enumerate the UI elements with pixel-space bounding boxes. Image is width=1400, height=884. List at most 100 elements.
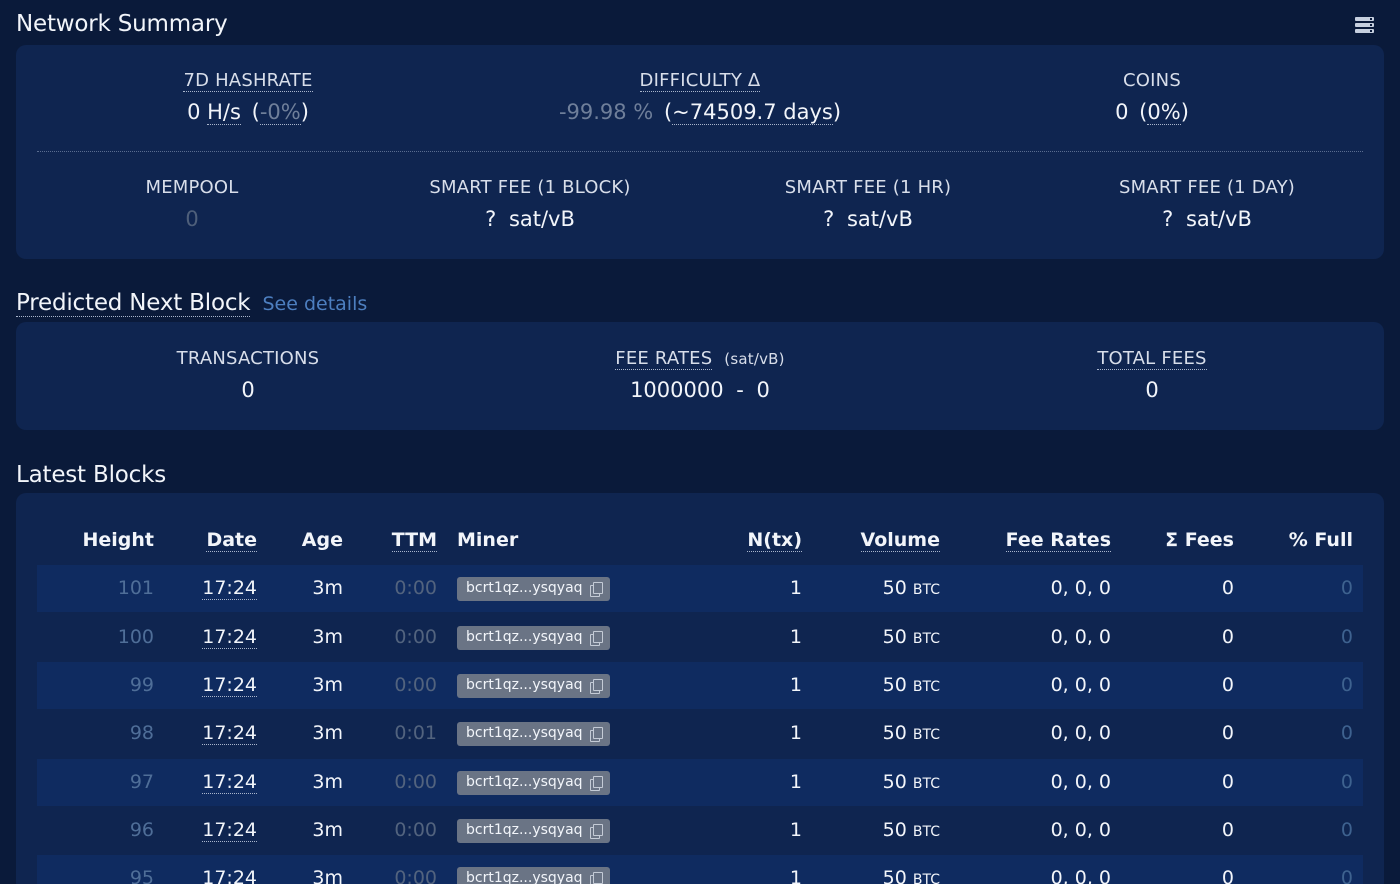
col-date[interactable]: Date	[206, 529, 257, 552]
block-date[interactable]: 17:24	[202, 722, 257, 745]
block-age: 3m	[312, 577, 343, 599]
miner-badge[interactable]: bcrt1qz...ysqyaq	[457, 626, 610, 650]
block-ttm: 0:00	[394, 626, 437, 648]
col-height: Height	[82, 529, 154, 551]
difficulty-label-wrap: DIFFICULTY Δ	[550, 70, 850, 92]
table-row[interactable]: 99 17:24 3m 0:00 bcrt1qz...ysqyaq 1 50 BTC 0, 0…	[37, 662, 1363, 709]
copy-icon[interactable]	[590, 582, 603, 597]
col-volume[interactable]: Volume	[860, 529, 940, 552]
miner-badge[interactable]: bcrt1qz...ysqyaq	[457, 771, 610, 795]
block-ntx: 1	[789, 577, 802, 599]
block-date[interactable]: 17:24	[202, 577, 257, 600]
smart-fee-block-label: SMART FEE (1 BLOCK)	[429, 177, 631, 198]
col-volume-wrap: Volume	[840, 529, 940, 552]
predicted-card	[16, 322, 1384, 430]
block-fee-rates: 0, 0, 0	[1050, 722, 1111, 744]
block-ttm: 0:00	[394, 771, 437, 793]
smart-fee-block-value: ?	[485, 207, 497, 231]
table-row[interactable]: 97 17:24 3m 0:00 bcrt1qz...ysqyaq 1 50 BTC 0, 0…	[37, 759, 1363, 806]
copy-icon[interactable]	[590, 679, 603, 694]
block-height-link[interactable]: 96	[54, 819, 154, 841]
transactions-value: 0	[241, 378, 255, 402]
block-date[interactable]: 17:24	[202, 867, 257, 884]
table-row[interactable]: 101 17:24 3m 0:00 bcrt1qz...ysqyaq 1 50 BTC 0, …	[37, 565, 1363, 612]
block-date[interactable]: 17:24	[202, 819, 257, 842]
block-date-wrap: 17:24	[190, 722, 257, 745]
block-date[interactable]: 17:24	[202, 674, 257, 697]
block-age: 3m	[312, 722, 343, 744]
copy-icon[interactable]	[590, 631, 603, 646]
block-height-link[interactable]: 101	[54, 577, 154, 599]
miner-badge[interactable]: bcrt1qz...ysqyaq	[457, 577, 610, 601]
miner-address: bcrt1qz...ysqyaq	[466, 580, 583, 596]
block-height-link[interactable]: 95	[54, 867, 154, 884]
block-date[interactable]: 17:24	[202, 771, 257, 794]
miner-address: bcrt1qz...ysqyaq	[466, 677, 583, 693]
see-details-link[interactable]: See details	[262, 293, 367, 315]
predicted-title[interactable]: Predicted Next Block	[16, 290, 251, 317]
block-date[interactable]: 17:24	[202, 626, 257, 649]
miner-badge[interactable]: bcrt1qz...ysqyaq	[457, 722, 610, 746]
block-height-link[interactable]: 100	[54, 626, 154, 648]
block-fees: 0	[1221, 674, 1234, 696]
network-summary-title: Network Summary	[16, 11, 228, 37]
fee-rates-label[interactable]: FEE RATES	[615, 348, 713, 370]
block-volume-wrap: 50 BTC	[840, 674, 940, 696]
miner-address: bcrt1qz...ysqyaq	[466, 822, 583, 838]
fee-rates-label-wrap: FEE RATES (sat/vB)	[560, 348, 840, 370]
table-row[interactable]: 98 17:24 3m 0:01 bcrt1qz...ysqyaq 1 50 BTC 0, 0…	[37, 710, 1363, 757]
block-volume-wrap: 50 BTC	[840, 577, 940, 599]
copy-icon[interactable]	[590, 776, 603, 791]
coins-label: COINS	[1123, 70, 1181, 91]
block-age: 3m	[312, 771, 343, 793]
hashrate-label-wrap: 7D HASHRATE	[148, 70, 348, 92]
block-fee-rates: 0, 0, 0	[1050, 626, 1111, 648]
volume-unit: BTC	[912, 776, 940, 792]
miner-badge[interactable]: bcrt1qz...ysqyaq	[457, 819, 610, 843]
table-row[interactable]: 96 17:24 3m 0:00 bcrt1qz...ysqyaq 1 50 BTC 0, 0…	[37, 807, 1363, 854]
hashrate-label[interactable]: 7D HASHRATE	[183, 70, 313, 92]
col-fees: Σ Fees	[1165, 529, 1234, 551]
block-fees: 0	[1221, 722, 1234, 744]
col-ttm[interactable]: TTM	[391, 529, 437, 552]
smart-fee-hr-value-wrap: ? sat/vB	[768, 207, 968, 231]
copy-icon[interactable]	[590, 872, 603, 884]
miner-badge[interactable]: bcrt1qz...ysqyaq	[457, 867, 610, 884]
difficulty-label[interactable]: DIFFICULTY Δ	[639, 70, 761, 92]
transactions-label: TRANSACTIONS	[176, 348, 320, 369]
coins-value-wrap: 0 (0%)	[1115, 100, 1189, 125]
block-ntx: 1	[789, 722, 802, 744]
hashrate-unit[interactable]: H/s	[207, 100, 241, 125]
block-full: 0	[1340, 577, 1353, 599]
volume-unit: BTC	[912, 582, 940, 598]
copy-icon[interactable]	[590, 824, 603, 839]
fee-rates-value-wrap: 1000000 - 0	[560, 378, 840, 402]
summary-divider	[37, 151, 1363, 152]
col-ntx[interactable]: N(tx)	[747, 529, 802, 552]
predicted-header: Predicted Next Block See details	[16, 290, 367, 317]
table-row[interactable]: 100 17:24 3m 0:00 bcrt1qz...ysqyaq 1 50 BTC 0, …	[37, 614, 1363, 661]
volume-unit: BTC	[912, 631, 940, 647]
total-fees-value: 0	[1145, 378, 1159, 402]
table-row[interactable]: 95 17:24 3m 0:00 bcrt1qz...ysqyaq 1 50 BTC 0, 0…	[37, 855, 1363, 884]
block-height-link[interactable]: 99	[54, 674, 154, 696]
hashrate-change[interactable]: -0%	[259, 100, 301, 125]
col-full: % Full	[1288, 529, 1353, 551]
server-menu-icon[interactable]	[1355, 17, 1374, 34]
coins-percent[interactable]: 0%	[1147, 100, 1181, 125]
copy-icon[interactable]	[590, 727, 603, 742]
block-fee-rates: 0, 0, 0	[1050, 674, 1111, 696]
block-height-link[interactable]: 97	[54, 771, 154, 793]
miner-badge[interactable]: bcrt1qz...ysqyaq	[457, 674, 610, 698]
block-fee-rates: 0, 0, 0	[1050, 771, 1111, 793]
col-fee-rates-wrap: Fee Rates	[990, 529, 1111, 552]
block-height-link[interactable]: 98	[54, 722, 154, 744]
block-date-wrap: 17:24	[190, 867, 257, 884]
block-date-wrap: 17:24	[190, 819, 257, 842]
total-fees-label[interactable]: TOTAL FEES	[1097, 348, 1207, 370]
col-fee-rates[interactable]: Fee Rates	[1005, 529, 1111, 552]
block-volume: 50	[882, 674, 907, 696]
block-age: 3m	[312, 674, 343, 696]
col-ttm-wrap: TTM	[370, 529, 437, 552]
difficulty-estimate[interactable]: ~74509.7 days	[672, 100, 833, 125]
